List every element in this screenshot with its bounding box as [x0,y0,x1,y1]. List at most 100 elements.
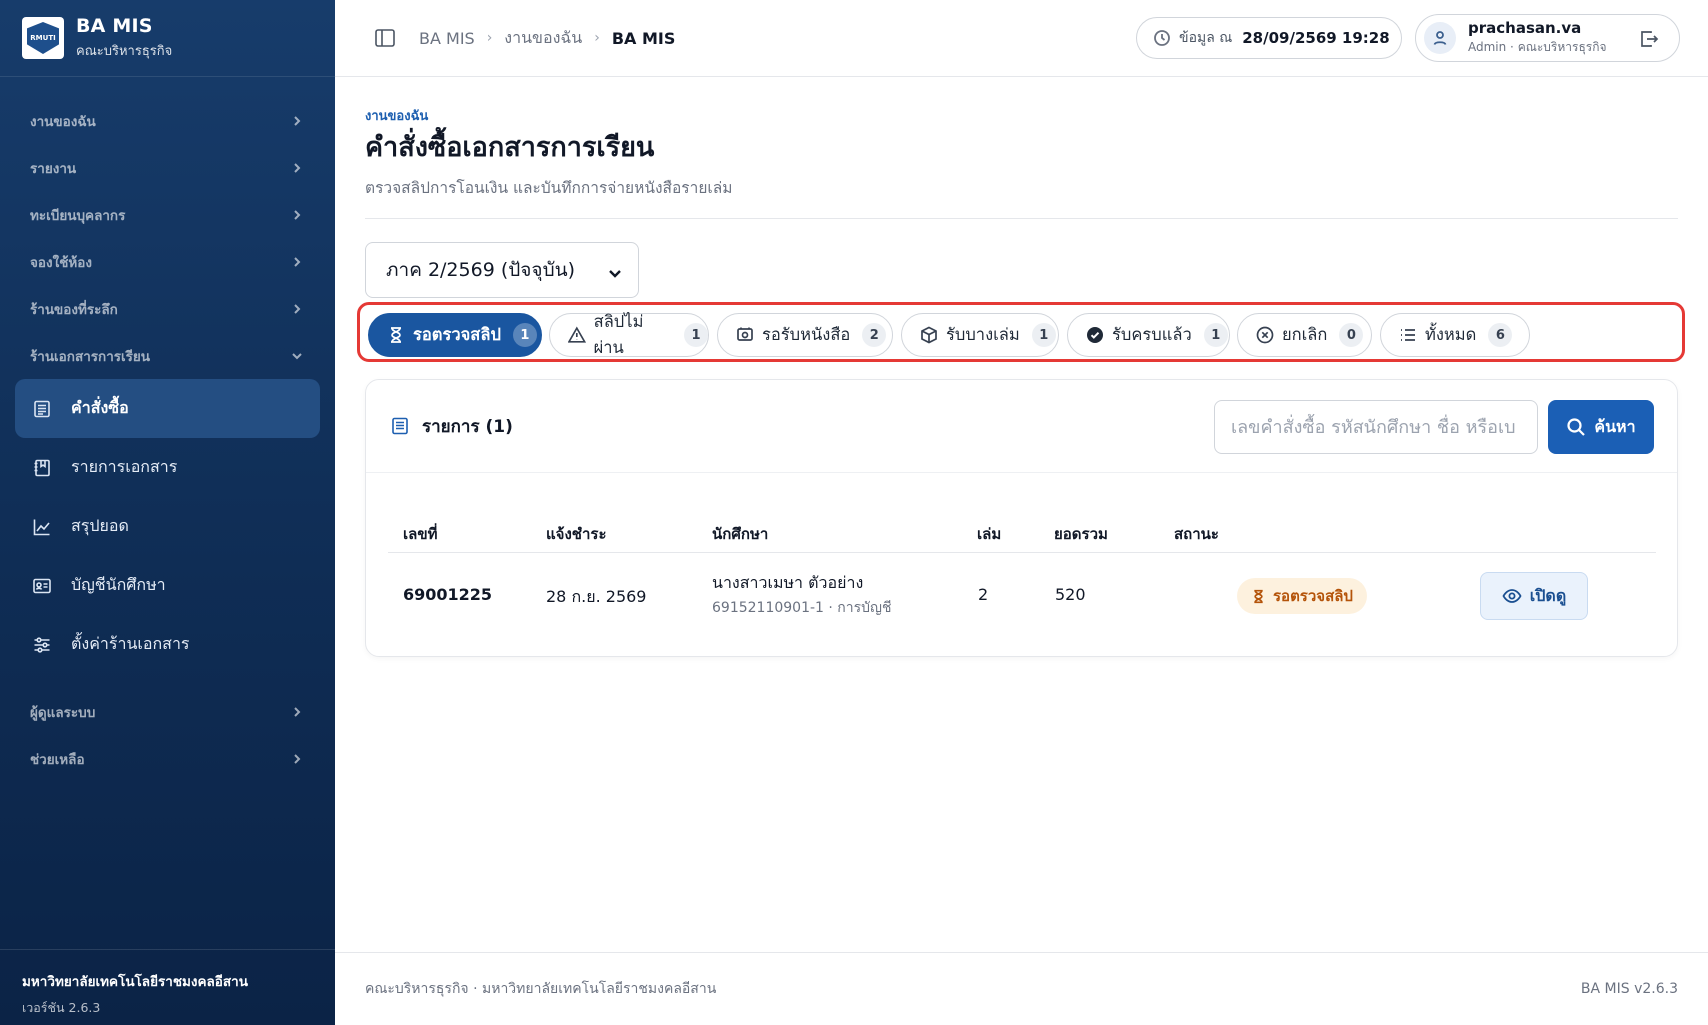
page-footer: คณะบริหารธุรกิจ · มหาวิทยาลัยเทคโนโลยีรา… [335,952,1708,1025]
logo-mark: RMUTI [27,22,59,54]
book-count: 2 [978,585,989,604]
search-input[interactable] [1214,400,1538,454]
sidebar-group-reports[interactable]: รายงาน [0,144,335,191]
search-button[interactable]: ค้นหา [1548,400,1654,454]
sidebar-group-label: ร้านของที่ระลึก [30,301,118,318]
id-card-icon [31,575,53,597]
sidebar-group-admin[interactable]: ผู้ดูแลระบบ [0,688,335,735]
sidebar-item-shop-settings[interactable]: ตั้งค่าร้านเอกสาร [15,615,320,674]
user-menu[interactable]: prachasan.va Admin · คณะบริหารธุรกิจ [1415,14,1680,62]
breadcrumb-item[interactable]: BA MIS [419,29,475,48]
avatar [1424,22,1456,54]
tab-fully-received[interactable]: รับครบแล้ว 1 [1067,313,1230,357]
tab-cancelled[interactable]: ยกเลิก 0 [1237,313,1372,357]
breadcrumb-item[interactable]: งานของฉัน [504,26,582,51]
page-eyebrow: งานของฉัน [365,109,429,124]
order-total: 520 [1055,585,1086,604]
tab-label: รอตรวจสลิป [413,325,501,344]
sidebar-item-orders[interactable]: คำสั่งซื้อ [15,379,320,438]
sidebar-group-help[interactable]: ช่วยเหลือ [0,735,335,782]
sidebar-group-label: ร้านเอกสารการเรียน [30,348,151,365]
brand-title: BA MIS [76,15,153,37]
hourglass-icon [391,327,401,343]
sidebar-toggle-icon[interactable] [373,26,397,50]
sidebar-group-label: ช่วยเหลือ [30,751,85,768]
tab-label: ทั้งหมด [1425,325,1477,344]
paid-date: 28 ก.ย. 2569 [546,587,647,606]
book-icon [31,457,53,479]
footer-org: คณะบริหารธุรกิจ · มหาวิทยาลัยเทคโนโลยีรา… [365,981,717,997]
sidebar-footer: มหาวิทยาลัยเทคโนโลยีราชมงคลอีสาน เวอร์ชั… [0,949,335,1025]
open-order-button[interactable]: เปิดดู [1480,572,1588,620]
tab-label: สลิปไม่ผ่าน [593,312,644,357]
logout-icon[interactable] [1639,29,1659,49]
chevron-right-icon [289,704,305,720]
sidebar-item-summary[interactable]: สรุปยอด [15,497,320,556]
page-subtitle: ตรวจสลิปการโอนเงิน และบันทึกการจ่ายหนังส… [365,179,733,197]
receipt-icon [31,398,53,420]
logo: RMUTI [22,17,64,59]
orders-card-title: รายการ (1) [390,413,513,440]
tab-awaiting-pickup[interactable]: รอรับหนังสือ 2 [717,313,893,357]
sidebar-group-document-shop[interactable]: ร้านเอกสารการเรียน [0,332,335,379]
sidebar-item-label: บัญชีนักศึกษา [71,575,166,594]
table-header: เลขที่ แจ้งชำระ นักศึกษา เล่ม ยอดรวม สถา… [366,512,1677,552]
tab-count: 6 [1488,323,1513,347]
col-books: เล่ม [977,525,1002,543]
sidebar-footer-org: มหาวิทยาลัยเทคโนโลยีราชมงคลอีสาน [22,974,248,990]
box-icon [921,326,937,344]
chevron-right-icon [289,751,305,767]
tab-label: รับบางเล่ม [946,325,1020,344]
check-circle-icon [1087,327,1103,343]
x-circle-icon [1256,326,1274,344]
warning-icon [568,326,586,343]
search-button-label: ค้นหา [1594,418,1636,436]
open-order-label: เปิดดู [1529,585,1567,605]
sidebar-group-personnel[interactable]: ทะเบียนบุคลากร [0,191,335,238]
chevron-right-icon [289,254,305,270]
brand[interactable]: RMUTI BA MIS คณะบริหารธุรกิจ [0,0,335,77]
sidebar-group-label: จองใช้ห้อง [30,254,92,271]
search-icon [1567,418,1586,436]
main-content: งานของฉัน คำสั่งซื้อเอกสารการเรียน ตรวจส… [335,77,1708,952]
chevron-down-icon [289,348,305,364]
hourglass-icon [1254,589,1263,603]
table-row[interactable]: 69001225 28 ก.ย. 2569 นางสาวเมษา ตัวอย่า… [366,553,1677,657]
sidebar-item-label: ตั้งค่าร้านเอกสาร [71,634,190,653]
tab-pending-slip[interactable]: รอตรวจสลิป 1 [368,313,542,357]
sidebar-group-my-work[interactable]: งานของฉัน [0,97,335,144]
term-select[interactable]: ภาค 2/2569 (ปัจจุบัน) [365,242,639,298]
pickup-icon [737,327,753,341]
tab-partial-received[interactable]: รับบางเล่ม 1 [901,313,1059,357]
col-status: สถานะ [1174,525,1219,543]
tab-label: รอรับหนังสือ [762,325,851,344]
tab-count: 1 [512,323,537,347]
tab-slip-rejected[interactable]: สลิปไม่ผ่าน 1 [549,312,709,357]
tab-count: 2 [862,323,887,347]
tab-count: 1 [684,323,708,347]
user-role: Admin · คณะบริหารธุรกิจ [1468,40,1607,54]
chart-line-icon [31,516,53,538]
sidebar-footer-version: เวอร์ชัน 2.6.3 [22,1000,101,1015]
tab-count: 0 [1339,323,1364,347]
tab-all[interactable]: ทั้งหมด 6 [1380,313,1530,357]
sidebar-item-label: สรุปยอด [71,516,129,535]
sidebar-group-souvenir-shop[interactable]: ร้านของที่ระลึก [0,285,335,332]
sidebar-item-documents[interactable]: รายการเอกสาร [15,438,320,497]
chevron-right-icon: › [594,30,600,46]
sidebar-item-label: รายการเอกสาร [71,457,178,476]
breadcrumb-current: BA MIS [611,28,676,48]
sidebar-item-student-accounts[interactable]: บัญชีนักศึกษา [15,556,320,615]
sidebar-nav: งานของฉัน รายงาน ทะเบียนบุคลากร จองใช้ห้… [0,97,335,782]
receipt-icon [392,417,408,435]
sidebar-group-label: รายงาน [30,160,77,177]
sidebar-group-room-booking[interactable]: จองใช้ห้อง [0,238,335,285]
clock-icon [1154,30,1170,46]
sidebar-group-label: งานของฉัน [30,113,96,130]
divider [365,218,1678,219]
col-student: นักศึกษา [712,525,769,543]
col-order-no: เลขที่ [403,525,438,543]
list-icon [1401,329,1415,341]
eye-icon [1502,589,1522,603]
col-total: ยอดรวม [1054,525,1108,543]
